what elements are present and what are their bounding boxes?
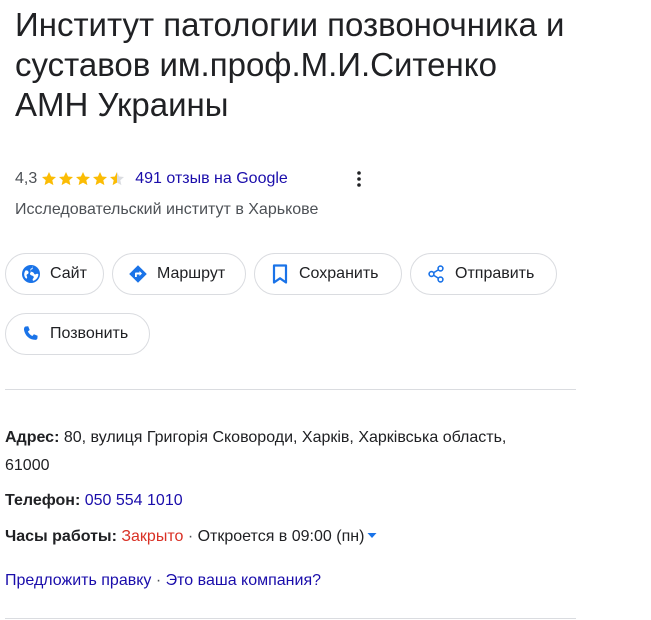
phone-label: Телефон: (5, 492, 81, 509)
share-icon (425, 263, 447, 285)
share-button-label: Отправить (455, 265, 535, 282)
website-button[interactable]: Сайт (5, 253, 104, 295)
divider-top (5, 389, 576, 390)
more-options-icon[interactable] (350, 168, 368, 190)
phone-number-link[interactable]: 050 554 1010 (85, 492, 183, 509)
rating-stars (41, 171, 127, 187)
address-value-postcode: 61000 (5, 457, 50, 474)
hours-label: Часы работы: (5, 528, 117, 546)
own-business-link[interactable]: Это ваша компания? (166, 572, 321, 589)
hours-separator: · (187, 528, 194, 546)
footer-separator: · (155, 572, 162, 589)
hours-next-opening[interactable]: Откроется в 09:00 (пн) (198, 528, 365, 545)
suggest-edit-link[interactable]: Предложить правку (5, 572, 151, 589)
save-button[interactable]: Сохранить (254, 253, 402, 295)
bookmark-icon (269, 263, 291, 285)
chevron-down-icon[interactable] (366, 523, 378, 551)
save-button-label: Сохранить (299, 265, 379, 282)
stars-icon (42, 172, 125, 186)
rating-row: 4,3 491 отзыв на Google (15, 168, 288, 190)
address-row: Адрес: 80, вулиця Григорія Сковороди, Ха… (5, 424, 580, 480)
phone-row: Телефон: 050 554 1010 (5, 487, 183, 515)
footer-links-row: Предложить правку · Это ваша компания? (5, 567, 321, 595)
call-button[interactable]: Позвонить (5, 313, 150, 355)
place-title: Институт патологии позвоночника и сустав… (15, 6, 565, 123)
divider-bottom (5, 618, 576, 619)
call-button-label: Позвонить (50, 325, 129, 342)
rating-value: 4,3 (15, 170, 38, 187)
route-button-label: Маршрут (157, 265, 226, 282)
hours-status: Закрыто (121, 528, 184, 546)
route-button[interactable]: Маршрут (112, 253, 246, 295)
globe-icon (20, 263, 42, 285)
share-button[interactable]: Отправить (410, 253, 557, 295)
address-value: 80, вулиця Григорія Сковороди, Харків, Х… (63, 429, 507, 446)
star-icon (42, 172, 57, 186)
directions-icon (127, 263, 149, 285)
phone-icon (20, 323, 42, 345)
reviews-link[interactable]: 491 отзыв на Google (135, 170, 288, 188)
website-button-label: Сайт (50, 265, 87, 282)
address-label: Адрес: (5, 429, 60, 446)
place-category: Исследовательский институт в Харькове (15, 201, 319, 218)
hours-row: Часы работы: Закрыто · Откроется в 09:00… (5, 523, 378, 551)
